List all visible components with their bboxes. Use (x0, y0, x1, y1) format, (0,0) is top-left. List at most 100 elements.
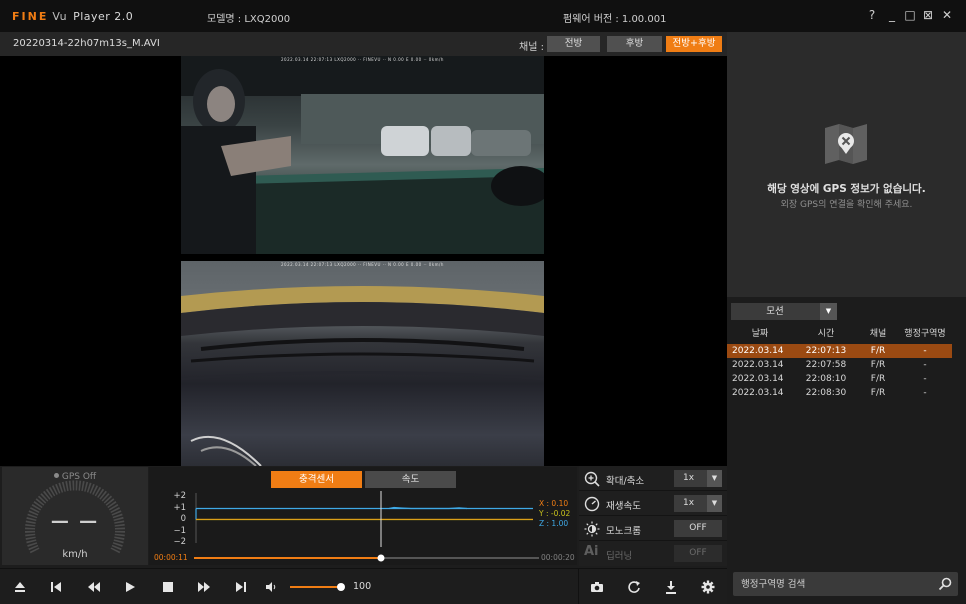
previous-file-button[interactable] (38, 569, 74, 604)
event-time: 22:07:13 (805, 346, 847, 356)
speedometer: GPS Off — — km/h (2, 467, 148, 565)
event-channel: F/R (870, 346, 886, 356)
header-channel: 채널 (869, 329, 887, 339)
rotate-button[interactable] (616, 569, 652, 604)
zoom-value: 1x (683, 473, 695, 483)
region-search-input[interactable] (741, 577, 931, 591)
next-file-button[interactable] (223, 569, 259, 604)
help-button[interactable]: ? (865, 8, 879, 22)
event-region: - (923, 346, 927, 356)
skip-previous-icon (51, 582, 61, 592)
playback-controls: 100 (0, 568, 727, 604)
close-button[interactable]: ✕ (940, 8, 954, 22)
playback-speed-value: 1x (683, 498, 695, 508)
channel-rear-button[interactable]: 후방 (607, 36, 662, 52)
event-region: - (923, 374, 927, 384)
app-logo: FINE Vu Player 2.0 (12, 10, 133, 23)
time-total: 00:00:20 (541, 553, 575, 562)
event-filter-value: 모션 (766, 306, 784, 317)
volume-button[interactable] (258, 569, 284, 604)
event-time: 22:08:30 (805, 388, 847, 398)
stop-button[interactable] (150, 569, 186, 604)
speed-value: — — (50, 511, 100, 532)
logo-brand: FINE (12, 10, 49, 23)
monochrome-row: 모노크롬 OFF (579, 516, 727, 541)
eject-icon (15, 582, 25, 592)
play-button[interactable] (112, 569, 148, 604)
rewind-icon (88, 582, 100, 592)
stop-icon (163, 582, 173, 592)
event-channel: F/R (870, 360, 886, 370)
header-time: 시간 (817, 329, 835, 339)
model-name: 모델명 : LXQ2000 (207, 14, 291, 25)
fast-forward-button[interactable] (186, 569, 222, 604)
title-bar: FINE Vu Player 2.0 모델명 : LXQ2000 펌웨어 버전 :… (0, 0, 966, 32)
minimize-button[interactable]: _ (885, 8, 899, 22)
zoom-row: 확대/축소 1x ▼ (579, 466, 727, 491)
download-button[interactable] (653, 569, 689, 604)
event-region: - (923, 360, 927, 370)
x-readout: X : 0.10 (539, 499, 569, 508)
region-search-bar (733, 572, 958, 596)
playback-speed-icon (584, 496, 600, 512)
deep-learning-label: 딥러닝 (606, 551, 633, 562)
screenshot-button[interactable] (579, 569, 615, 604)
no-gps-subtitle: 외장 GPS의 연결을 확인해 주세요. (780, 200, 913, 210)
bottom-panel: GPS Off — — km/h 충격센서 속도 +2 +1 0 −1 −2 X… (0, 466, 727, 604)
deep-learning-row: Ai 딥러닝 OFF (579, 541, 727, 566)
volume-slider-thumb[interactable] (337, 583, 345, 591)
search-icon[interactable] (938, 577, 952, 591)
event-row[interactable]: 2022.03.14 22:08:30 F/R - (727, 386, 952, 400)
event-filter-select[interactable]: 모션 ▼ (731, 303, 837, 320)
monochrome-label: 모노크롬 (606, 526, 641, 537)
event-channel: F/R (870, 388, 886, 398)
deep-learning-toggle[interactable]: OFF (674, 545, 722, 562)
ai-icon: Ai (584, 544, 599, 559)
event-list-scrollbar[interactable] (954, 344, 960, 599)
fast-forward-icon (198, 582, 210, 592)
play-icon (126, 582, 135, 592)
event-row[interactable]: 2022.03.14 22:07:13 F/R - (727, 344, 952, 358)
skip-next-icon (236, 582, 246, 592)
event-date: 2022.03.14 (732, 346, 784, 356)
timeline-thumb[interactable] (377, 554, 385, 562)
no-gps-map-icon (825, 124, 867, 164)
playback-speed-row: 재생속도 1x ▼ (579, 491, 727, 516)
event-row[interactable]: 2022.03.14 22:07:58 F/R - (727, 358, 952, 372)
chevron-down-icon: ▼ (707, 495, 722, 512)
view-controls: 확대/축소 1x ▼ 재생속도 1x ▼ 모노크롬 OFF Ai 딥러닝 OFF (579, 466, 727, 566)
rotate-icon (628, 581, 640, 593)
sensor-graph (194, 491, 539, 562)
file-name: 20220314-22h07m13s_M.AVI (13, 38, 160, 49)
event-time: 22:07:58 (805, 360, 847, 370)
camera-icon (591, 582, 603, 592)
download-icon (666, 580, 676, 594)
eject-button[interactable] (2, 569, 38, 604)
map-area: 해당 영상에 GPS 정보가 없습니다. 외장 GPS의 연결을 확인해 주세요… (727, 32, 966, 297)
firmware-version: 펌웨어 버전 : 1.00.001 (563, 14, 667, 25)
event-time: 22:08:10 (805, 374, 847, 384)
event-date: 2022.03.14 (732, 388, 784, 398)
rear-osd-text: 2022.03.14 22:07:13 LXQ2000 ·· FINEVU ··… (281, 262, 444, 267)
logo-player: Player 2.0 (73, 10, 134, 23)
channel-both-button[interactable]: 전방+후방 (666, 36, 722, 52)
chevron-down-icon: ▼ (707, 470, 722, 487)
zoom-select[interactable]: 1x ▼ (674, 470, 722, 487)
header-region: 행정구역명 (904, 329, 946, 339)
zoom-icon (584, 471, 600, 487)
volume-slider-track[interactable] (290, 586, 340, 588)
rewind-button[interactable] (76, 569, 112, 604)
brightness-icon (584, 521, 600, 537)
video-viewport[interactable]: 2022.03.14 22:07:13 LXQ2000 ·· FINEVU ··… (0, 56, 727, 466)
playback-speed-select[interactable]: 1x ▼ (674, 495, 722, 512)
y-readout: Y : -0.02 (539, 509, 571, 518)
zoom-label: 확대/축소 (606, 476, 645, 487)
event-row[interactable]: 2022.03.14 22:08:10 F/R - (727, 372, 952, 386)
event-table-header: 날짜 시간 채널 행정구역명 (727, 327, 952, 341)
settings-button[interactable] (690, 569, 726, 604)
monochrome-toggle[interactable]: OFF (674, 520, 722, 537)
channel-front-button[interactable]: 전방 (547, 36, 600, 52)
front-scene-image (181, 56, 544, 254)
fullscreen-button[interactable]: ⊠ (921, 8, 935, 22)
maximize-button[interactable]: □ (903, 8, 917, 22)
